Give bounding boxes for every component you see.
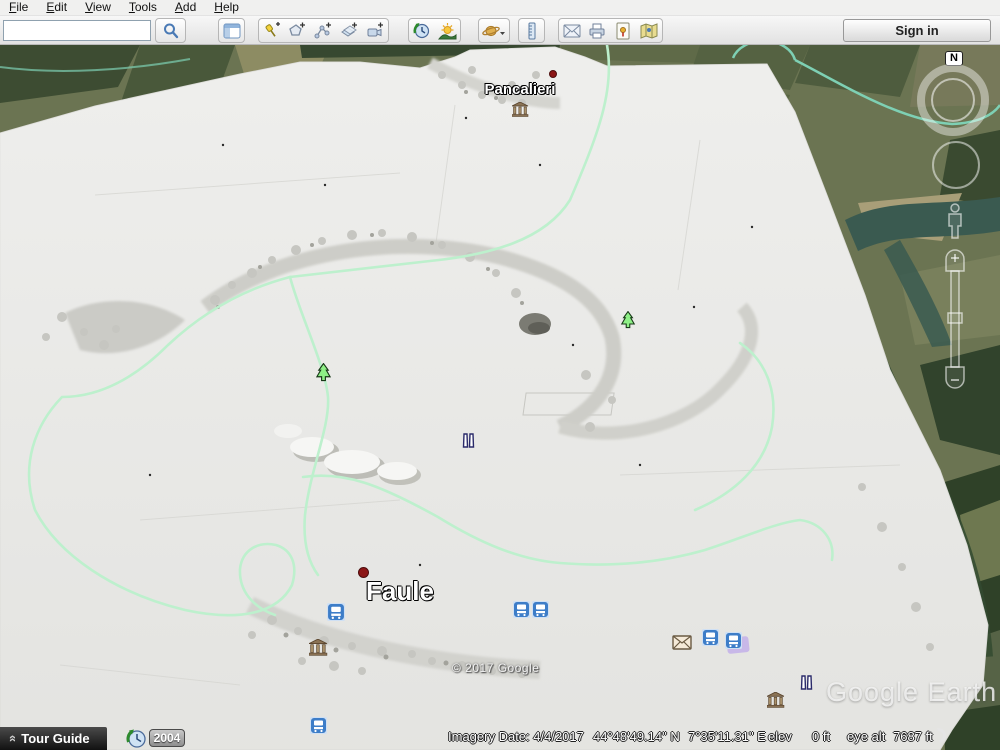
view-in-maps-icon — [640, 23, 658, 39]
status-latitude: 44°48'49.14" N — [593, 729, 680, 744]
toolbar: Sign in — [0, 16, 1000, 45]
add-polygon-button[interactable] — [284, 18, 311, 43]
google-earth-window: File Edit View Tools Add Help — [0, 0, 1000, 750]
add-path-button[interactable] — [310, 18, 337, 43]
historical-imagery-icon — [412, 21, 431, 40]
menu-file[interactable]: File — [0, 0, 37, 15]
pillars-icon[interactable] — [462, 433, 475, 448]
bus-stop-icon[interactable] — [513, 601, 530, 618]
sunlight-button[interactable] — [434, 18, 461, 43]
placemark-dot[interactable] — [549, 70, 557, 78]
status-eye-alt-label: eye alt — [847, 729, 885, 744]
zoom-slider-handle — [948, 313, 962, 323]
tree-icon[interactable] — [620, 311, 636, 329]
place-label-faule[interactable]: Faule — [330, 576, 470, 607]
map-canvas[interactable]: Pancalieri Faule © 2017 Google Google Ea… — [0, 45, 1000, 750]
ruler-button[interactable] — [518, 18, 545, 43]
monument-icon[interactable] — [309, 639, 328, 656]
menu-tools[interactable]: Tools — [120, 0, 166, 15]
menu-bar: File Edit View Tools Add Help — [0, 0, 1000, 16]
move-joystick[interactable] — [932, 141, 980, 189]
google-earth-logo: Google Earth — [826, 677, 997, 708]
pegman-control[interactable] — [944, 202, 966, 240]
place-label-pancalieri[interactable]: Pancalieri — [455, 81, 585, 98]
search-input[interactable] — [3, 20, 151, 41]
add-placemark-button[interactable] — [258, 18, 285, 43]
print-icon — [588, 23, 606, 39]
sign-in-button[interactable]: Sign in — [843, 19, 991, 42]
add-image-overlay-button[interactable] — [336, 18, 363, 43]
status-elev-label: elev — [768, 729, 792, 744]
tour-guide-bar[interactable]: » Tour Guide — [0, 727, 107, 750]
bus-stop-icon[interactable] — [702, 629, 719, 646]
pillars-icon[interactable] — [800, 675, 813, 690]
search-button[interactable] — [155, 18, 186, 43]
add-path-icon — [314, 22, 332, 40]
add-placemark-icon — [263, 22, 281, 40]
look-joystick-inner[interactable] — [931, 78, 975, 122]
print-button[interactable] — [584, 18, 611, 43]
sidebar-toggle-icon — [223, 23, 241, 39]
save-image-button[interactable] — [610, 18, 637, 43]
record-tour-icon — [366, 22, 384, 40]
add-polygon-icon — [288, 22, 306, 40]
menu-view[interactable]: View — [76, 0, 120, 15]
menu-add[interactable]: Add — [166, 0, 205, 15]
menu-help[interactable]: Help — [205, 0, 248, 15]
switch-planet-button[interactable] — [478, 18, 510, 43]
switch-planet-icon — [482, 22, 506, 40]
imagery-year-badge[interactable]: 2004 — [149, 729, 185, 747]
chevron-up-icon: » — [4, 735, 19, 742]
copyright-text: © 2017 Google — [452, 661, 539, 675]
ruler-icon — [524, 22, 540, 40]
status-elev-value: 0 ft — [812, 729, 830, 744]
status-imagery-date: Imagery Date: 4/4/2017 — [448, 729, 584, 744]
time-slider-clock-icon[interactable] — [126, 728, 147, 749]
monument-icon[interactable] — [767, 692, 785, 708]
monument-icon[interactable] — [512, 102, 529, 117]
search-icon — [162, 22, 180, 40]
bus-stop-icon[interactable] — [532, 601, 549, 618]
status-longitude: 7°35'11.31" E — [688, 729, 766, 744]
save-image-icon — [615, 22, 631, 40]
envelope-icon[interactable] — [672, 635, 692, 650]
record-tour-button[interactable] — [362, 18, 389, 43]
email-icon — [563, 24, 581, 38]
view-in-maps-button[interactable] — [636, 18, 663, 43]
bus-stop-icon[interactable] — [310, 717, 327, 734]
sidebar-toggle-button[interactable] — [218, 18, 245, 43]
terrain-render — [0, 45, 1000, 750]
status-eye-alt-value: 7687 ft — [893, 729, 933, 744]
tree-icon[interactable] — [315, 363, 332, 382]
menu-edit[interactable]: Edit — [37, 0, 76, 15]
sunlight-icon — [438, 22, 457, 40]
email-button[interactable] — [558, 18, 585, 43]
add-image-overlay-icon — [340, 22, 358, 40]
zoom-out-button — [946, 367, 964, 388]
historical-imagery-button[interactable] — [408, 18, 435, 43]
tour-guide-label: Tour Guide — [21, 731, 89, 746]
bus-stop-icon[interactable] — [725, 632, 742, 649]
zoom-slider[interactable] — [942, 247, 968, 397]
